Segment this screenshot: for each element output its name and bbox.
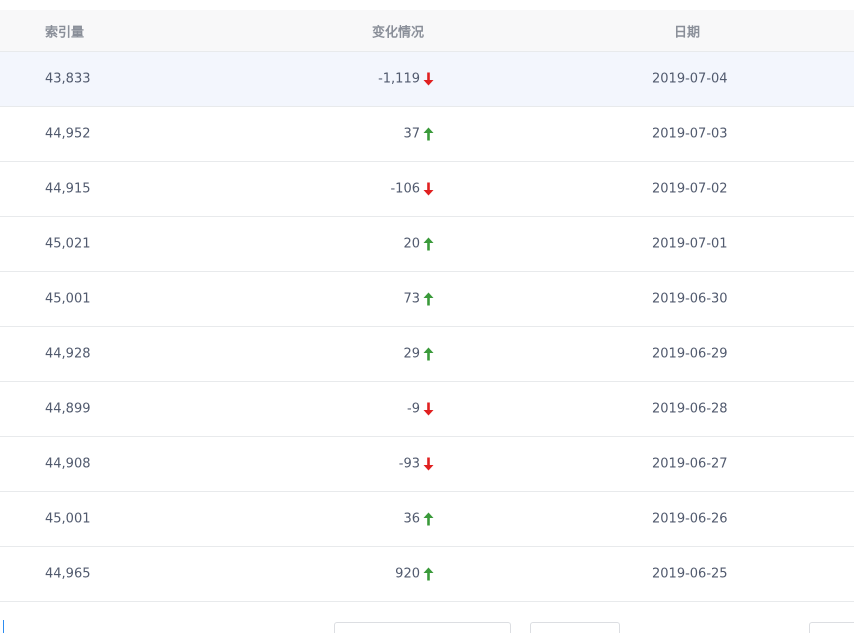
change-value: 20 [403,236,420,252]
cell-change: -1,119 [378,72,434,87]
arrow-up-icon [423,292,434,306]
cell-index: 44,928 [45,346,91,362]
change-value: -9 [407,401,420,417]
header-date: 日期 [674,25,701,40]
change-value: 36 [403,511,420,527]
cell-change: 20 [403,237,434,252]
cell-date: 2019-06-27 [652,456,728,472]
cell-index: 44,915 [45,181,91,197]
cell-index: 45,001 [45,291,91,307]
arrow-down-icon [423,182,434,196]
cell-change: 920 [395,567,434,582]
cell-date: 2019-06-26 [652,511,728,527]
arrow-up-icon [423,347,434,361]
arrow-down-icon [423,72,434,86]
cell-index: 44,899 [45,401,91,417]
table-row[interactable]: 45,001 73 2019-06-30 [0,272,854,327]
next-page-box[interactable] [809,622,854,633]
arrow-down-icon [423,402,434,416]
top-spacer [0,0,854,10]
arrow-up-icon [423,237,434,251]
cell-date: 2019-06-25 [652,566,728,582]
cell-date: 2019-07-03 [652,126,728,142]
table-row[interactable]: 44,965 920 2019-06-25 [0,547,854,602]
cell-date: 2019-06-29 [652,346,728,362]
cell-index: 44,908 [45,456,91,472]
index-table-panel: 索引量 变化情况 日期 43,833 -1,119 2019-07-04 44,… [0,0,854,633]
cell-date: 2019-06-28 [652,401,728,417]
cell-index: 44,965 [45,566,91,582]
change-value: 29 [403,346,420,362]
cell-change: -9 [407,402,434,417]
cell-change: 73 [403,292,434,307]
arrow-up-icon [423,512,434,526]
page-size-box[interactable] [530,622,620,633]
arrow-up-icon [423,127,434,141]
cell-change: 36 [403,512,434,527]
header-index: 索引量 [45,25,85,40]
cell-index: 45,021 [45,236,91,252]
cell-date: 2019-07-04 [652,71,728,87]
cell-index: 43,833 [45,71,91,87]
cell-date: 2019-06-30 [652,291,728,307]
table-row[interactable]: 45,001 36 2019-06-26 [0,492,854,547]
cell-index: 45,001 [45,511,91,527]
cell-change: 37 [403,127,434,142]
table-row[interactable]: 44,928 29 2019-06-29 [0,327,854,382]
cell-date: 2019-07-01 [652,236,728,252]
change-value: 920 [395,566,420,582]
arrow-down-icon [423,457,434,471]
table-row[interactable]: 43,833 -1,119 2019-07-04 [0,52,854,107]
cell-index: 44,952 [45,126,91,142]
change-value: 73 [403,291,420,307]
table-row[interactable]: 44,952 37 2019-07-03 [0,107,854,162]
change-value: -1,119 [378,71,420,87]
change-value: 37 [403,126,420,142]
change-value: -106 [390,181,420,197]
table-row[interactable]: 45,021 20 2019-07-01 [0,217,854,272]
table-row[interactable]: 44,915 -106 2019-07-02 [0,162,854,217]
page-jump-box[interactable] [334,622,511,633]
pagination-area [0,602,854,633]
cell-change: -93 [399,457,434,472]
table-header: 索引量 变化情况 日期 [0,10,854,52]
cell-change: 29 [403,347,434,362]
cell-change: -106 [390,182,434,197]
cell-date: 2019-07-02 [652,181,728,197]
arrow-up-icon [423,567,434,581]
table-body: 43,833 -1,119 2019-07-04 44,952 37 2019-… [0,52,854,602]
change-value: -93 [398,456,420,472]
table-row[interactable]: 44,908 -93 2019-06-27 [0,437,854,492]
page-size-select-edge[interactable] [0,620,4,633]
table-row[interactable]: 44,899 -9 2019-06-28 [0,382,854,437]
header-change: 变化情况 [372,25,425,40]
